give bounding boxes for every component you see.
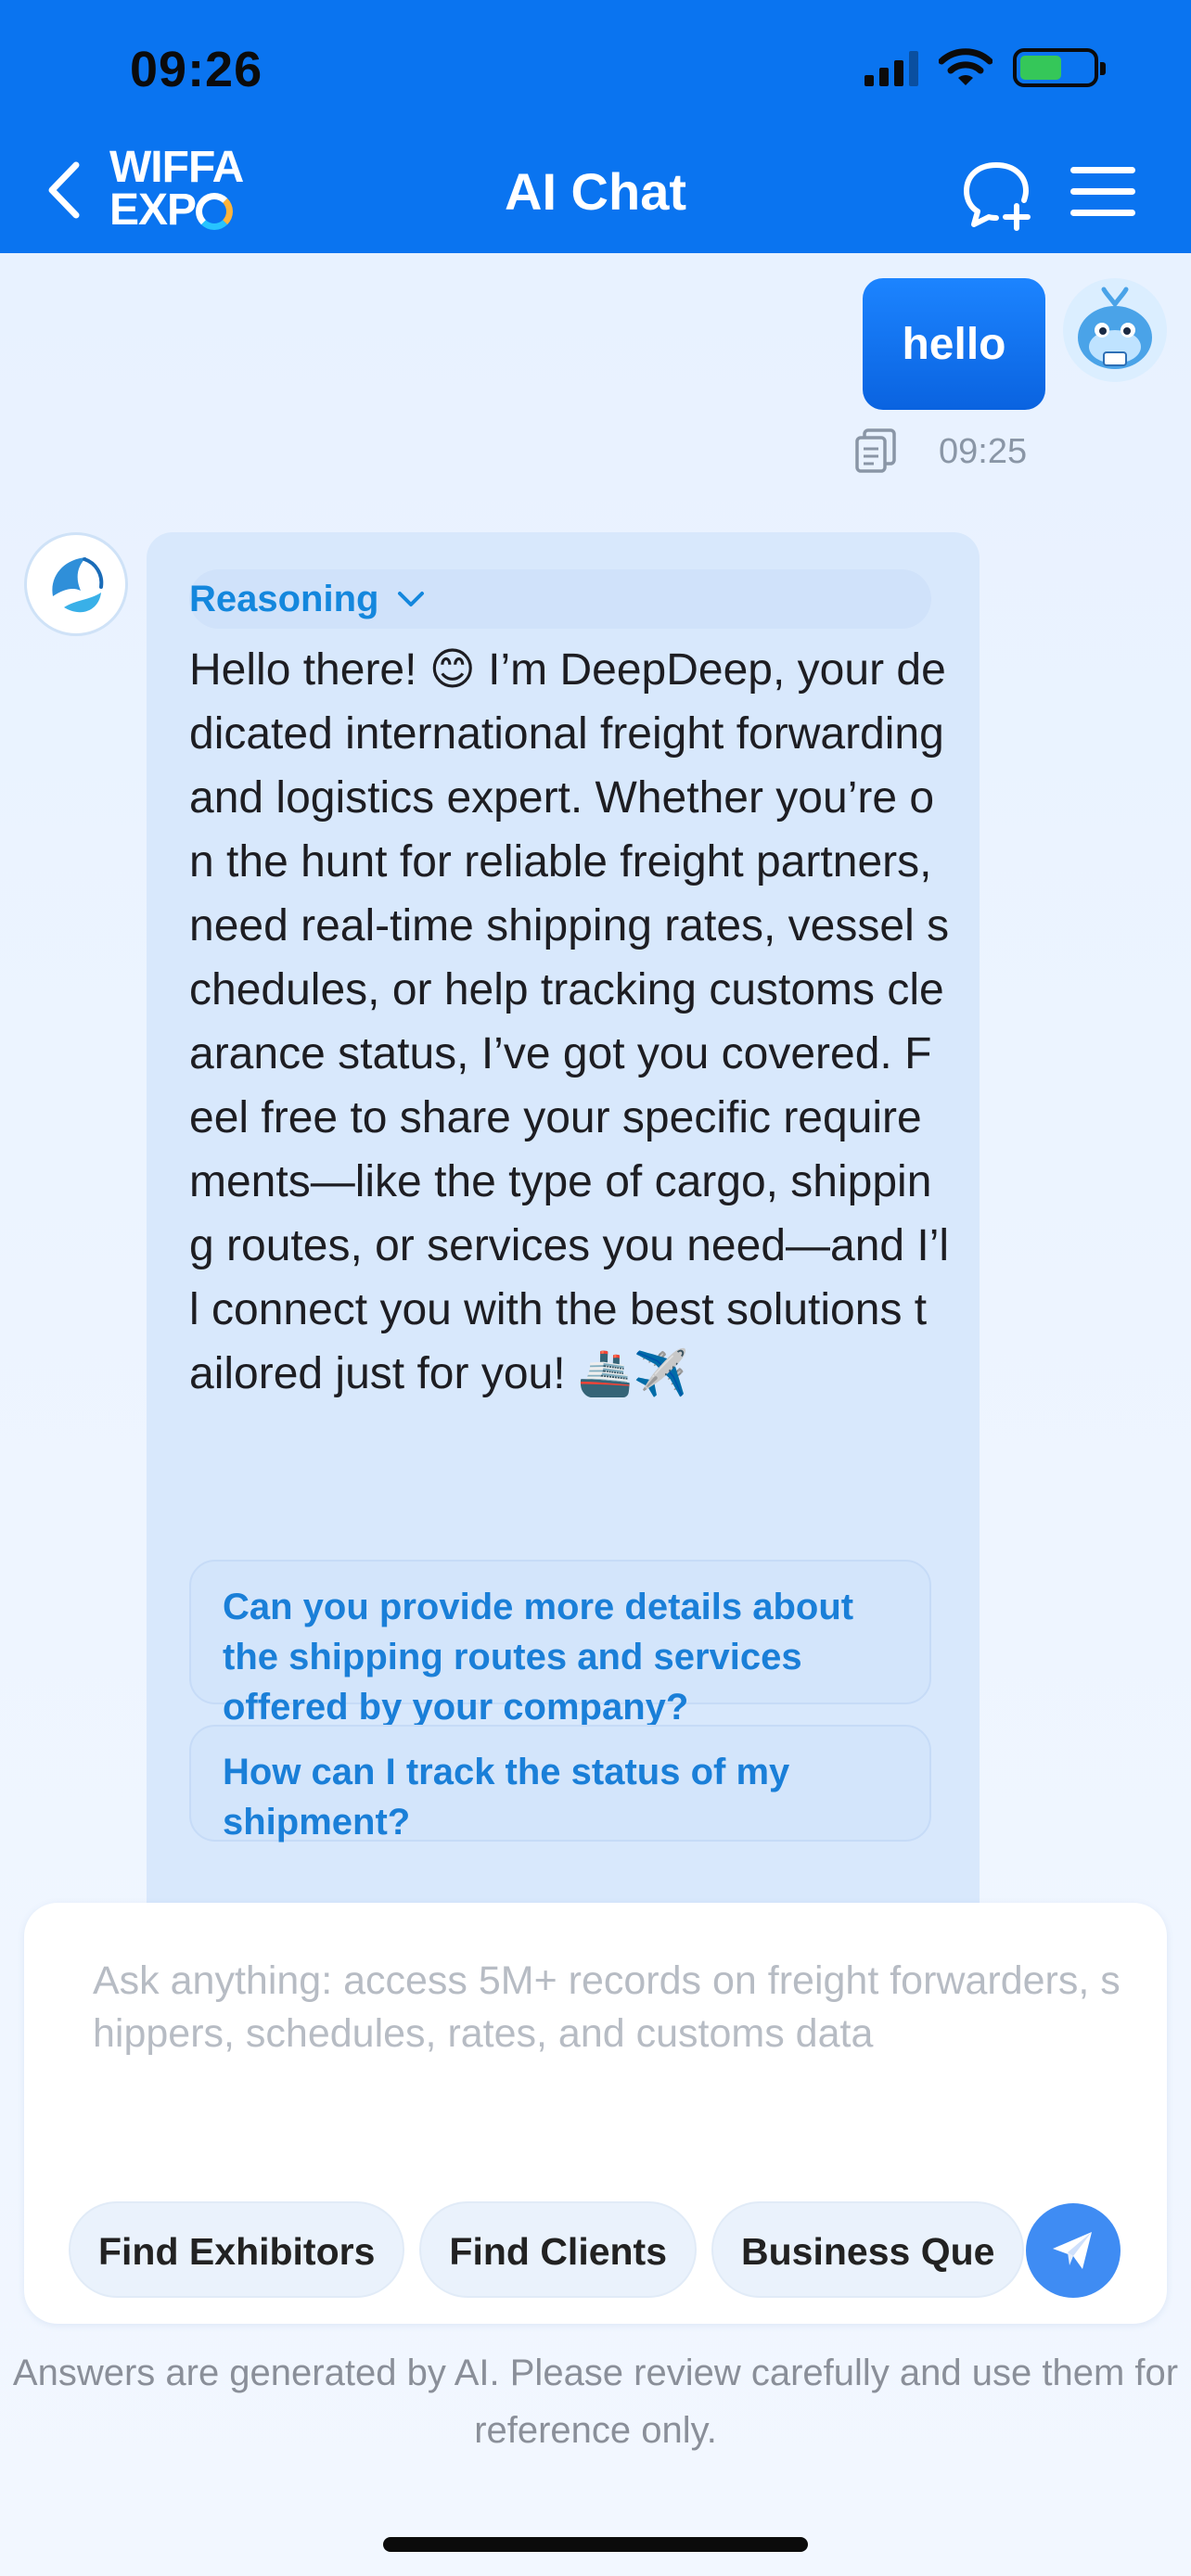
send-button[interactable]: [1026, 2203, 1121, 2298]
paper-plane-icon: [1053, 2232, 1092, 2269]
chevron-down-icon: [398, 592, 425, 606]
suggested-question[interactable]: Can you provide more details about the s…: [189, 1560, 931, 1728]
copy-icon[interactable]: [855, 428, 896, 473]
message-timestamp: 09:25: [939, 432, 1028, 471]
wifi-icon: [939, 48, 992, 85]
smile-emoji: 😊: [429, 644, 476, 695]
ship-plane-emoji: 🚢✈️: [577, 1347, 689, 1399]
ai-disclaimer: Answers are generated by AI. Please revi…: [12, 2353, 1179, 2451]
cellular-signal-icon: [864, 49, 918, 86]
bot-message-text: Hello there! 😊 I’m DeepDeep, your dedica…: [189, 644, 950, 1399]
chip-find-exhibitors[interactable]: Find Exhibitors: [69, 2201, 405, 2298]
reasoning-toggle[interactable]: Reasoning: [189, 569, 931, 629]
user-avatar: [1063, 278, 1167, 382]
battery-icon: [1013, 48, 1106, 87]
chip-business-query[interactable]: Business Que: [711, 2201, 1025, 2298]
mascot-avatar-icon: [1078, 287, 1152, 369]
chat-plus-icon[interactable]: [959, 158, 1033, 232]
chip-find-clients[interactable]: Find Clients: [419, 2201, 698, 2298]
home-indicator: [383, 2537, 808, 2552]
status-time: 09:26: [130, 42, 263, 97]
bot-message-card: Reasoning Hello there! 😊 I’m DeepDeep, y…: [147, 532, 980, 1905]
status-icons: [864, 48, 1106, 87]
header: 09:26 WIFFA EXP AI Chat: [0, 0, 1191, 253]
hamburger-menu-icon[interactable]: [1070, 167, 1135, 219]
bot-avatar: [24, 532, 128, 636]
nav-bar: WIFFA EXP AI Chat: [0, 139, 1191, 241]
quick-action-chips: Find Exhibitors Find Clients Business Que: [69, 2201, 1026, 2300]
bot-logo-icon: [35, 543, 117, 625]
suggested-question[interactable]: How can I track the status of my shipmen…: [189, 1725, 931, 1843]
chat-input-panel: Ask anything: access 5M+ records on frei…: [24, 1903, 1167, 2324]
reasoning-label: Reasoning: [189, 578, 379, 619]
user-message-bubble: hello: [863, 278, 1045, 410]
chat-input[interactable]: Ask anything: access 5M+ records on frei…: [93, 1955, 1122, 2060]
app-screen: 09:26 WIFFA EXP AI Chat hello 09:25 Reas…: [0, 0, 1191, 2576]
